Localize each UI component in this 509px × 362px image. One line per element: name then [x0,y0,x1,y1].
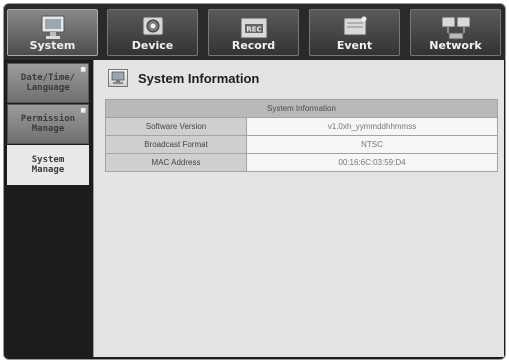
mac-address-label: MAC Address [105,153,247,172]
tab-system-label: System [29,39,76,52]
submenu-marker-icon: ■ [80,107,86,114]
system-info-table: System Information Software Version v1.0… [105,99,498,172]
tab-network-label: Network [429,39,482,52]
table-row: Broadcast Format NTSC [105,135,498,154]
page-title: System Information [138,71,260,86]
main-tab-bar: System Device REC Record Event Network [4,4,505,60]
sidebar-item-system-manage[interactable]: System Manage [7,145,89,185]
camera-icon [142,16,163,36]
tab-system[interactable]: System [7,9,98,56]
monitor-icon [41,15,64,39]
sidebar-item-label: Date/Time/ Language [20,73,76,93]
svg-text:REC: REC [246,26,261,34]
mac-address-value: 00:16:6C:03:59:D4 [246,153,498,172]
sidebar-item-label: Permission Manage [20,114,76,134]
dvr-menu-window: System Device REC Record Event Network ■… [3,3,506,360]
table-row: Software Version v1.0xh_yymmddhhmmss [105,117,498,136]
sidebar-item-date-time-language[interactable]: ■ Date/Time/ Language [7,63,89,103]
broadcast-format-value: NTSC [246,135,498,154]
record-icon: REC [240,17,267,39]
sidebar-item-permission-manage[interactable]: ■ Permission Manage [7,104,89,144]
tab-event[interactable]: Event [309,9,400,56]
table-header: System Information [105,99,498,118]
tab-device[interactable]: Device [107,9,198,56]
system-info-icon [108,69,128,87]
main-panel: System Information System Information So… [93,60,504,357]
tab-event-label: Event [336,39,373,52]
tab-record[interactable]: REC Record [208,9,299,56]
software-version-value: v1.0xh_yymmddhhmmss [246,117,498,136]
event-icon [343,16,366,36]
table-header-row: System Information [105,99,498,118]
tab-record-label: Record [231,39,276,52]
sidebar-item-label: System Manage [31,155,65,175]
table-row: MAC Address 00:16:6C:03:59:D4 [105,153,498,172]
tab-network[interactable]: Network [410,9,501,56]
software-version-label: Software Version [105,117,247,136]
settings-sidebar: ■ Date/Time/ Language ■ Permission Manag… [4,60,92,359]
tab-device-label: Device [131,39,174,52]
submenu-marker-icon: ■ [80,66,86,73]
network-icon [441,16,470,40]
broadcast-format-label: Broadcast Format [105,135,247,154]
